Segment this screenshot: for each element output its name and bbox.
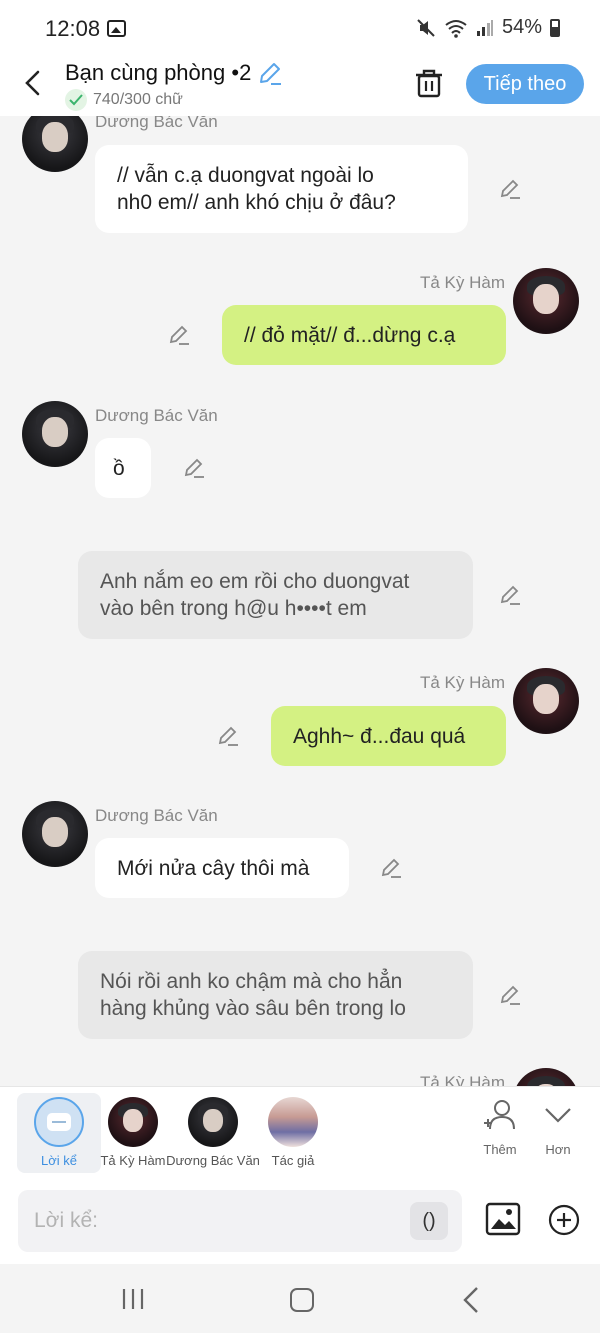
message-bubble[interactable]: // vẫn c.ạ duongvat ngoài lo nh0 em// an… <box>95 145 468 233</box>
wifi-icon <box>445 19 467 38</box>
image-icon[interactable] <box>485 1202 521 1236</box>
recent-apps-icon[interactable] <box>121 1288 145 1310</box>
message-text: Mới nửa cây thôi mà <box>117 856 310 880</box>
next-button[interactable]: Tiếp theo <box>466 64 584 104</box>
title-row: Bạn cùng phòng •2 <box>65 60 283 86</box>
word-count-row: 740/300 chữ <box>65 89 183 111</box>
gallery-icon <box>107 20 126 37</box>
battery-percent: 54% <box>501 16 542 38</box>
composer: () <box>0 1180 600 1264</box>
pencil-icon[interactable] <box>499 984 521 1006</box>
pencil-icon[interactable] <box>499 178 521 200</box>
pencil-icon[interactable] <box>257 60 283 86</box>
more-label: Hơn <box>545 1142 571 1157</box>
avatar[interactable] <box>22 401 88 467</box>
pencil-icon[interactable] <box>183 457 205 479</box>
more-button[interactable]: Hơn <box>528 1097 588 1157</box>
page-title: Bạn cùng phòng •2 <box>65 60 252 85</box>
add-label: Thêm <box>483 1142 517 1157</box>
message-text: // vẫn c.ạ duongvat ngoài lo nh0 em// an… <box>117 162 396 216</box>
pencil-icon[interactable] <box>499 584 521 606</box>
character-author[interactable]: Tác giả <box>251 1093 335 1173</box>
narration-bubble[interactable]: Anh nắm eo em rồi cho duongvat vào bên t… <box>78 551 473 639</box>
message-text: Aghh~ đ...đau quá <box>293 724 466 748</box>
sender-name: Dương Bác Văn <box>95 116 218 131</box>
status-bar: 12:08 54% <box>0 0 600 58</box>
sender-name: Tả Kỳ Hàm <box>419 273 505 292</box>
avatar[interactable] <box>513 268 579 334</box>
message-line: Nói rồi anh ko chậm mà cho hẳn <box>100 970 403 993</box>
avatar[interactable] <box>22 116 88 172</box>
character-label: Tác giả <box>271 1153 315 1168</box>
parenthesis-button[interactable]: () <box>410 1202 448 1240</box>
home-icon[interactable] <box>290 1288 314 1312</box>
narrator-icon <box>34 1097 84 1147</box>
system-nav-bar <box>0 1264 600 1333</box>
narration-input[interactable] <box>34 1204 394 1238</box>
message-text: ồ <box>113 456 125 480</box>
pencil-icon[interactable] <box>168 324 190 346</box>
sender-name: Tả Kỳ Hàm <box>419 1073 505 1086</box>
message-line: // vẫn c.ạ duongvat ngoài lo <box>117 164 374 187</box>
narration-bubble[interactable]: Nói rồi anh ko chậm mà cho hẳn hàng khủn… <box>78 951 473 1039</box>
avatar[interactable] <box>513 1068 579 1086</box>
message-text: Anh nắm eo em rồi cho duongvat vào bên t… <box>100 568 409 622</box>
nav-back-icon[interactable] <box>461 1286 481 1314</box>
pencil-icon[interactable] <box>380 857 402 879</box>
avatar <box>108 1097 158 1147</box>
message-bubble[interactable]: // đỏ mặt// đ...dừng c.ạ <box>222 305 506 365</box>
character-bar: Lời kể Tả Kỳ Hàm Dương Bác Văn Tác giả T… <box>0 1086 600 1180</box>
status-icons: 54% <box>416 16 560 39</box>
sender-name: Tả Kỳ Hàm <box>419 673 505 692</box>
trash-icon[interactable] <box>414 67 444 99</box>
add-character-button[interactable]: Thêm <box>470 1097 530 1157</box>
avatar[interactable] <box>513 668 579 734</box>
author-avatar <box>268 1097 318 1147</box>
message-text: Nói rồi anh ko chậm mà cho hẳn hàng khủn… <box>100 968 406 1022</box>
avatar[interactable] <box>22 801 88 867</box>
chat-area[interactable]: Dương Bác Văn // vẫn c.ạ duongvat ngoài … <box>0 116 600 1086</box>
message-bubble[interactable]: ồ <box>95 438 151 498</box>
sender-name: Dương Bác Văn <box>95 806 218 825</box>
message-line: vào bên trong h@u h••••t em <box>100 597 367 620</box>
message-line: hàng khủng vào sâu bên trong lo <box>100 997 406 1020</box>
check-icon <box>65 89 87 111</box>
status-time: 12:08 <box>45 16 101 41</box>
pencil-icon[interactable] <box>217 725 239 747</box>
sender-name: Dương Bác Văn <box>95 406 218 425</box>
plus-circle-icon[interactable] <box>548 1204 580 1236</box>
add-person-icon <box>484 1100 515 1130</box>
word-count: 740/300 chữ <box>93 91 183 108</box>
header: Bạn cùng phòng •2 740/300 chữ Tiếp theo <box>0 58 600 116</box>
message-bubble[interactable]: Mới nửa cây thôi mà <box>95 838 349 898</box>
back-arrow-icon[interactable] <box>20 68 46 98</box>
chevron-down-icon <box>545 1108 571 1123</box>
mute-icon <box>417 18 435 37</box>
message-line: Anh nắm eo em rồi cho duongvat <box>100 570 410 593</box>
battery-icon <box>550 18 560 37</box>
message-line: nh0 em// anh khó chịu ở đâu? <box>117 191 396 214</box>
signal-icon <box>476 19 493 36</box>
avatar <box>188 1097 238 1147</box>
composer-box: () <box>18 1190 462 1252</box>
message-text: // đỏ mặt// đ...dừng c.ạ <box>244 323 456 347</box>
message-bubble[interactable]: Aghh~ đ...đau quá <box>271 706 506 766</box>
